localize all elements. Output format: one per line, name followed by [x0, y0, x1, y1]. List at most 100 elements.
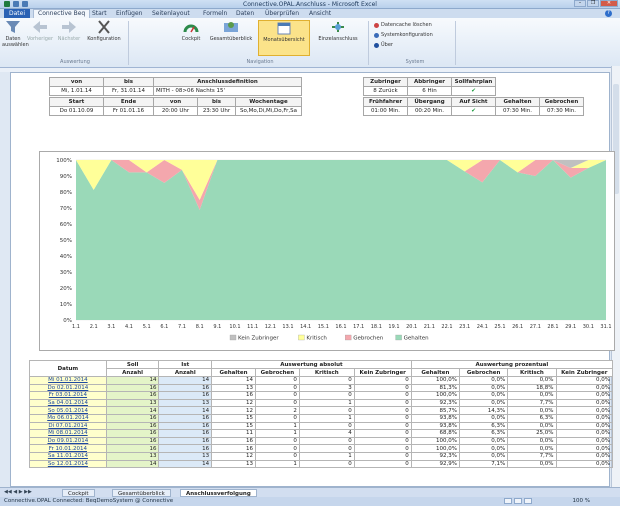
tab-ueberpruefen[interactable]: Überprüfen: [265, 10, 299, 17]
table-cell: 68,8%: [410, 429, 461, 438]
x-tick-label: 13.1: [282, 324, 293, 330]
sheet-nav-icons[interactable]: ◀◀ ◀ ▶ ▶▶: [4, 489, 32, 495]
date-link[interactable]: Do 09.01.2014: [29, 436, 107, 446]
sheet-tab-gesamtuberblick[interactable]: Gesamtüberblick: [112, 489, 171, 497]
filter-icon: [6, 21, 20, 33]
header-table-2: Zubringer Abbringer Sollfahrplan 8 Zurüc…: [363, 77, 496, 96]
x-tick-label: 25.1: [494, 324, 505, 330]
maximize-button[interactable]: ❐: [587, 0, 599, 7]
sheet-tab-cockpit[interactable]: Cockpit: [62, 489, 95, 497]
date-link[interactable]: Sa 11.01.2014: [29, 451, 107, 461]
date-link[interactable]: Mi 08.01.2014: [29, 429, 107, 438]
table-cell: 0,0%: [555, 451, 614, 461]
date-link[interactable]: Mi 01.01.2014: [29, 376, 107, 385]
table-cell: 0,0%: [459, 398, 509, 408]
tab-formeln[interactable]: Formeln: [203, 10, 227, 17]
tab-seitenlayout[interactable]: Seitenlayout: [152, 10, 190, 17]
page-layout-icon[interactable]: [514, 498, 522, 504]
delete-icon: [374, 22, 379, 28]
x-tick-label: 11.1: [247, 324, 258, 330]
x-tick-label: 9.1: [213, 324, 221, 330]
table-cell: 15: [211, 421, 256, 431]
view-buttons[interactable]: [504, 498, 532, 504]
val-abbringer: 6 Hin: [407, 86, 452, 96]
table-cell: 16: [158, 429, 213, 438]
val-von: Mi, 1.01.14: [49, 86, 104, 96]
connection-icon: [332, 22, 344, 32]
val-ende: Fr 01.01.16: [103, 106, 154, 116]
normal-view-icon[interactable]: [504, 498, 512, 504]
x-tick-label: 29.1: [565, 324, 576, 330]
header-table-4: Frühfahrer Übergang Auf Sicht Gehalten G…: [363, 97, 584, 116]
tab-start[interactable]: Start: [92, 10, 107, 17]
tab-einfuegen[interactable]: Einfügen: [116, 10, 142, 17]
table-cell: 93,8%: [410, 413, 461, 423]
minimize-button[interactable]: –: [574, 0, 586, 7]
hdr-gebrochen: Gebrochen: [539, 97, 584, 107]
vorheriger-label: Vorheriger: [26, 36, 54, 42]
y-tick-label: 100%: [56, 158, 72, 164]
table-row: Fr 03.01.2014 16 16 16 0 0 0 100,0% 0,0% 0,0% 0,0%: [29, 391, 614, 400]
hdr-wochentage: Wochentage: [235, 97, 302, 107]
date-link[interactable]: So 05.01.2014: [29, 406, 107, 415]
ueber-button[interactable]: Über: [374, 42, 393, 48]
tab-daten[interactable]: Daten: [236, 10, 254, 17]
val-gebrochen: 07:30 Min.: [539, 106, 584, 116]
worksheet: von bis Anschlussdefinition Mi, 1.01.14 …: [10, 72, 615, 487]
systemkonfiguration-button[interactable]: Systemkonfiguration: [374, 32, 433, 38]
help-icon[interactable]: ?: [605, 10, 612, 17]
konfiguration-button[interactable]: Konfiguration: [84, 20, 124, 42]
window-title: Connective.OPAL.Anschluss - Microsoft Ex…: [243, 1, 377, 8]
table-cell: 0,0%: [507, 436, 557, 446]
table-cell: 16: [105, 413, 160, 423]
table-cell: 0: [353, 383, 412, 393]
val-wochentage: So,Mo,Di,Mi,Do,Fr,Sa: [235, 106, 302, 116]
konfiguration-label: Konfiguration: [87, 36, 121, 42]
einzelanschluss-button[interactable]: Einzelanschluss: [311, 20, 365, 42]
cockpit-button[interactable]: Cockpit: [177, 20, 205, 42]
hdr-fruehfahrer: Frühfahrer: [363, 97, 408, 107]
table-cell: 0,0%: [459, 436, 509, 446]
table-cell: 0,0%: [459, 413, 509, 423]
date-link[interactable]: Di 07.01.2014: [29, 421, 107, 431]
table-cell: 6,3%: [507, 413, 557, 423]
val-bis: Fr, 31.01.14: [103, 86, 154, 96]
date-link[interactable]: Do 02.01.2014: [29, 383, 107, 393]
window-controls[interactable]: – ❐ ✕: [574, 0, 618, 7]
daten-auswaehlen-label: Daten auswählen: [2, 36, 29, 48]
gesamtuberblick-button[interactable]: Gesamtüberblick: [206, 20, 256, 42]
table-cell: 0: [298, 436, 355, 446]
tab-file[interactable]: Datei: [4, 9, 30, 18]
x-tick-label: 19.1: [388, 324, 399, 330]
date-link[interactable]: So 12.01.2014: [29, 459, 107, 469]
zoom-level[interactable]: 100 %: [573, 498, 590, 504]
status-bar: ◀◀ ◀ ▶ ▶▶ Cockpit Gesamtüberblick Anschl…: [0, 487, 620, 506]
table-row: Sa 04.01.2014 13 13 12 0 1 0 92,3% 0,0% 7,7% 0,0%: [29, 398, 614, 408]
page-break-icon[interactable]: [524, 498, 532, 504]
sheet-tab-anschlussverfolgung[interactable]: Anschlussverfolgung: [180, 489, 257, 497]
monatsubersicht-button[interactable]: Monatsübersicht: [258, 20, 310, 56]
date-link[interactable]: Mo 06.01.2014: [29, 413, 107, 423]
naechster-button[interactable]: Nächster: [56, 20, 82, 42]
tab-ansicht[interactable]: Ansicht: [309, 10, 331, 17]
date-link[interactable]: Fr 03.01.2014: [29, 391, 107, 400]
table-cell: 14: [105, 459, 160, 469]
x-tick-label: 14.1: [300, 324, 311, 330]
date-link[interactable]: Fr 10.01.2014: [29, 444, 107, 453]
col-pct-gehalten: Gehalten: [410, 368, 461, 377]
table-cell: 92,3%: [410, 451, 461, 461]
x-tick-label: 24.1: [477, 324, 488, 330]
close-button[interactable]: ✕: [600, 0, 618, 7]
arrow-right-icon: [62, 21, 76, 33]
date-link[interactable]: Sa 04.01.2014: [29, 398, 107, 408]
vorheriger-button[interactable]: Vorheriger: [26, 20, 54, 42]
table-row: Do 09.01.2014 16 16 16 0 0 0 100,0% 0,0% 0,0% 0,0%: [29, 436, 614, 446]
area-chart[interactable]: 0% 10% 20% 30% 40% 50% 60% 70% 80% 90% 100% 1.1 2.1 3…: [39, 151, 615, 351]
table-cell: 0,0%: [555, 391, 614, 400]
table-cell: 16: [105, 391, 160, 400]
table-cell: 0,0%: [459, 383, 509, 393]
header-table-3: Start Ende von bis Wochentage Do 01.10.0…: [49, 97, 302, 116]
daten-auswaehlen-button[interactable]: Daten auswählen: [2, 20, 29, 48]
tab-connective-beq[interactable]: Connective Beq: [33, 9, 91, 18]
datencache-loeschen-button[interactable]: Datencache löschen: [374, 22, 432, 28]
